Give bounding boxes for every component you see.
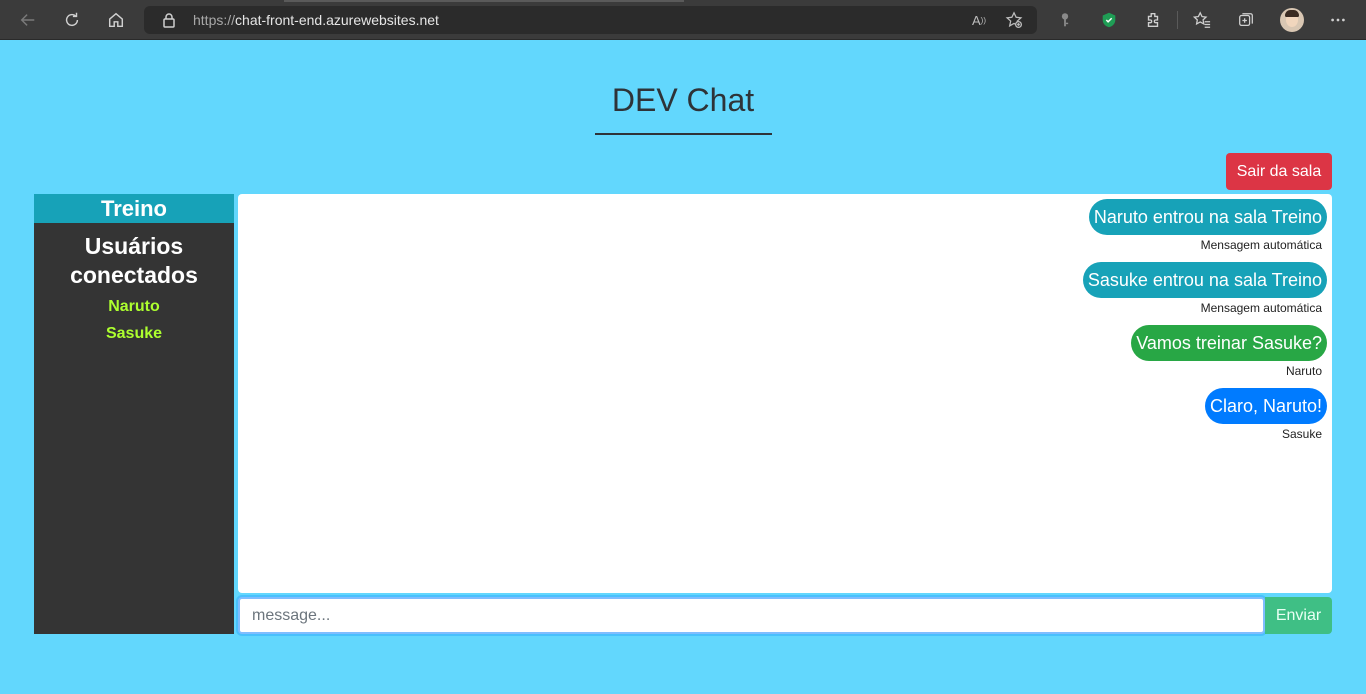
message: Naruto entrou na sala Treino Mensagem au… <box>238 199 1327 253</box>
lock-icon[interactable] <box>162 12 176 33</box>
message: Claro, Naruto! Sasuke <box>238 388 1327 442</box>
home-icon[interactable] <box>104 8 128 32</box>
read-aloud-icon[interactable]: A)) <box>970 11 988 29</box>
chat-messages-panel[interactable]: Naruto entrou na sala Treino Mensagem au… <box>238 194 1332 593</box>
tab-strip-edge <box>284 0 684 2</box>
key-icon[interactable] <box>1053 8 1077 32</box>
browser-toolbar: https://chat-front-end.azurewebsites.net… <box>0 0 1366 40</box>
message: Sasuke entrou na sala Treino Mensagem au… <box>238 262 1327 316</box>
message-bubble: Naruto entrou na sala Treino <box>1088 199 1327 235</box>
message-author: Mensagem automática <box>1200 238 1322 252</box>
user-item: Naruto <box>108 298 160 315</box>
more-options-icon[interactable] <box>1326 8 1350 32</box>
user-list: Naruto Sasuke <box>34 293 234 347</box>
room-name: Treino <box>34 194 234 223</box>
message-bubble: Claro, Naruto! <box>1204 388 1327 424</box>
connected-users-title: Usuários conectados <box>70 233 198 288</box>
send-button[interactable]: Enviar <box>1265 597 1332 634</box>
sidebar: Treino Usuários conectados Naruto Sasuke <box>34 194 234 634</box>
address-bar[interactable]: https://chat-front-end.azurewebsites.net… <box>144 6 1037 34</box>
shield-icon[interactable] <box>1097 8 1121 32</box>
back-icon[interactable] <box>16 8 40 32</box>
url-text[interactable]: https://chat-front-end.azurewebsites.net <box>193 12 439 28</box>
profile-avatar[interactable] <box>1280 8 1304 32</box>
leave-room-button[interactable]: Sair da sala <box>1226 153 1332 190</box>
message-author: Mensagem automática <box>1200 301 1322 315</box>
page-title: DEV Chat <box>611 82 755 118</box>
collections-icon[interactable] <box>1234 8 1258 32</box>
message-author: Naruto <box>1285 364 1322 378</box>
message: Vamos treinar Sasuke? Naruto <box>238 325 1327 379</box>
message-author: Sasuke <box>1281 427 1322 441</box>
message-bubble: Vamos treinar Sasuke? <box>1131 325 1327 361</box>
avatar-hair <box>1285 10 1299 17</box>
message-bubble: Sasuke entrou na sala Treino <box>1082 262 1327 298</box>
favorites-icon[interactable] <box>1190 8 1214 32</box>
refresh-icon[interactable] <box>60 8 84 32</box>
add-favorite-icon[interactable] <box>1005 11 1023 29</box>
message-input[interactable] <box>238 597 1265 634</box>
title-underline <box>595 133 772 135</box>
extensions-icon[interactable] <box>1141 8 1165 32</box>
user-item: Sasuke <box>105 325 163 342</box>
toolbar-separator <box>1177 11 1178 29</box>
